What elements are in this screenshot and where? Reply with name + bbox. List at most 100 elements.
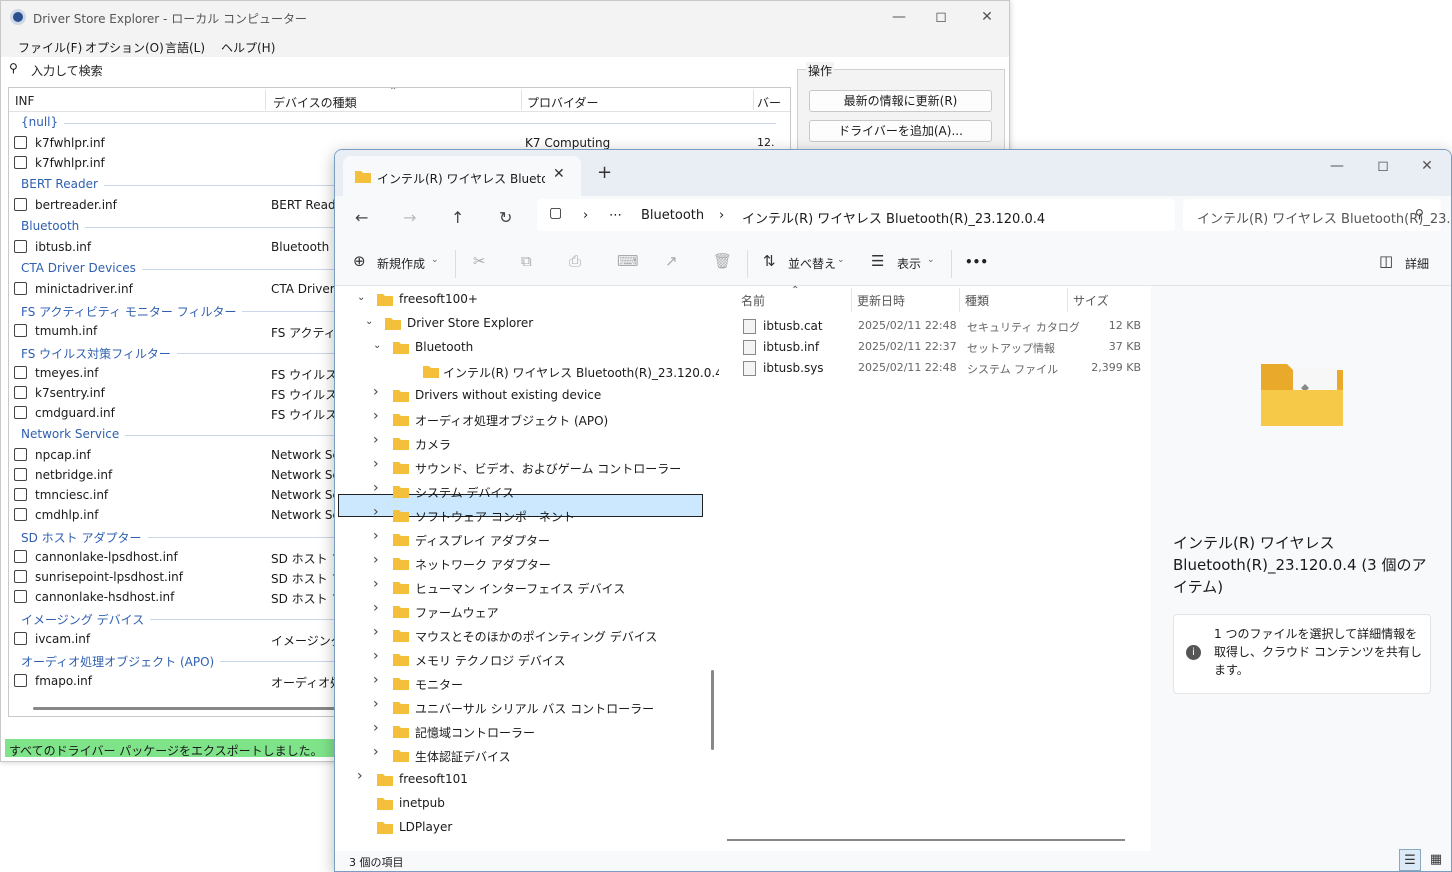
column-size[interactable]: サイズ xyxy=(1073,292,1109,309)
chevron-down-icon[interactable]: ⌄ xyxy=(357,292,365,303)
driver-checkbox[interactable] xyxy=(14,198,27,211)
tab-close-icon[interactable]: ✕ xyxy=(553,166,565,182)
delete-icon[interactable]: 🗑 xyxy=(713,252,732,270)
tree-item[interactable]: › マウスとそのほかのポインティング デバイス xyxy=(373,623,719,647)
tree-item[interactable]: › Drivers without existing device xyxy=(373,383,719,407)
chevron-right-icon[interactable]: › xyxy=(373,480,379,496)
chevron-right-icon[interactable]: › xyxy=(373,384,379,400)
tree-item[interactable]: › ネットワーク アダプター xyxy=(373,551,719,575)
column-separator[interactable] xyxy=(753,90,754,110)
tree-item[interactable]: ⌄ Driver Store Explorer xyxy=(365,311,719,335)
tree-item[interactable]: › オーディオ処理オブジェクト (APO) xyxy=(373,407,719,431)
new-button[interactable]: 新規作成 xyxy=(377,255,425,272)
breadcrumb-chevron-icon[interactable]: › xyxy=(719,208,724,223)
chevron-right-icon[interactable]: › xyxy=(373,672,379,688)
driver-checkbox[interactable] xyxy=(14,570,27,583)
group-header[interactable]: FS アクティビティ モニター フィルター xyxy=(21,303,236,320)
tree-item[interactable]: ⌄ freesoft100+ xyxy=(357,287,717,311)
chevron-right-icon[interactable]: › xyxy=(373,576,379,592)
copy-icon[interactable]: ⧉ xyxy=(521,252,532,270)
explorer-search-input[interactable]: インテル(R) ワイヤレス Bluetooth(R)_23.120.0.4 ⚲ xyxy=(1183,199,1451,231)
tree-item[interactable]: › ソフトウェア コンポーネント xyxy=(373,503,719,527)
driver-checkbox[interactable] xyxy=(14,674,27,687)
chevron-right-icon[interactable]: › xyxy=(373,720,379,736)
group-header[interactable]: Network Service xyxy=(21,427,119,441)
menu-file[interactable]: ファイル(F) xyxy=(18,39,82,56)
tree-item[interactable]: › サウンド、ビデオ、およびゲーム コントローラー xyxy=(373,455,719,479)
column-version[interactable]: バー xyxy=(757,94,781,111)
horizontal-scrollbar[interactable] xyxy=(727,839,1125,841)
driver-checkbox[interactable] xyxy=(14,324,27,337)
driver-checkbox[interactable] xyxy=(14,468,27,481)
column-separator[interactable] xyxy=(959,288,960,312)
driver-checkbox[interactable] xyxy=(14,448,27,461)
chevron-right-icon[interactable]: › xyxy=(373,432,379,448)
breadcrumb-chevron-icon[interactable]: › xyxy=(583,208,588,223)
dse-search-input[interactable]: ⚲ 入力して検索 xyxy=(5,59,791,79)
breadcrumb-item-current[interactable]: インテル(R) ワイヤレス Bluetooth(R)_23.120.0.4 xyxy=(742,208,1045,227)
column-inf[interactable]: INF xyxy=(15,94,34,108)
close-icon[interactable]: ✕ xyxy=(1417,156,1437,176)
tree-item[interactable]: › システム デバイス xyxy=(373,479,719,503)
minimize-icon[interactable]: — xyxy=(1327,156,1347,176)
breadcrumb-overflow-icon[interactable]: ⋯ xyxy=(609,208,622,223)
chevron-down-icon[interactable]: ⌄ xyxy=(365,316,373,327)
driver-checkbox[interactable] xyxy=(14,632,27,645)
tree-item[interactable]: ⌄ Bluetooth xyxy=(373,335,719,359)
tiles-view-icon[interactable]: ▦ xyxy=(1425,849,1447,871)
column-separator[interactable] xyxy=(1067,288,1068,312)
column-device-type[interactable]: デバイスの種類 xyxy=(273,94,357,111)
group-header[interactable]: CTA Driver Devices xyxy=(21,261,136,275)
chevron-right-icon[interactable]: › xyxy=(373,456,379,472)
driver-checkbox[interactable] xyxy=(14,282,27,295)
column-modified[interactable]: 更新日時 xyxy=(857,292,905,309)
chevron-right-icon[interactable]: › xyxy=(373,528,379,544)
menu-options[interactable]: オプション(O) xyxy=(85,39,164,56)
tree-item[interactable]: › ディスプレイ アダプター xyxy=(373,527,719,551)
back-icon[interactable]: ← xyxy=(355,208,368,227)
close-icon[interactable]: ✕ xyxy=(977,7,997,27)
tree-item[interactable]: › freesoft101 xyxy=(357,767,717,791)
tree-item[interactable]: › 記憶域コントローラー xyxy=(373,719,719,743)
file-list[interactable]: 名前 ⌃ 更新日時 種類 サイズ ibtusb.cat 2025/02/11 22… xyxy=(723,285,1149,851)
file-row[interactable]: ibtusb.inf 2025/02/11 22:37 セットアップ情報 37 KB xyxy=(723,337,1149,358)
chevron-right-icon[interactable]: › xyxy=(373,504,379,520)
up-icon[interactable]: ↑ xyxy=(451,208,464,227)
tree-item[interactable]: inetpub xyxy=(357,791,717,815)
tree-item[interactable]: インテル(R) ワイヤレス Bluetooth(R)_23.120.0.4 xyxy=(381,359,719,383)
file-row[interactable]: ibtusb.cat 2025/02/11 22:48 セキュリティ カタログ 12 … xyxy=(723,316,1149,337)
group-header[interactable]: SD ホスト アダプター xyxy=(21,529,142,546)
tree-item[interactable]: › カメラ xyxy=(373,431,719,455)
forward-icon[interactable]: → xyxy=(403,208,416,227)
tree-item[interactable]: › ファームウェア xyxy=(373,599,719,623)
column-separator[interactable] xyxy=(521,90,522,110)
menu-help[interactable]: ヘルプ(H) xyxy=(221,39,275,56)
column-provider[interactable]: プロバイダー xyxy=(527,94,599,111)
column-separator[interactable] xyxy=(851,288,852,312)
add-driver-button[interactable]: ドライバーを追加(A)... xyxy=(809,120,992,142)
chevron-right-icon[interactable]: › xyxy=(373,600,379,616)
group-header[interactable]: イメージング デバイス xyxy=(21,611,144,628)
chevron-right-icon[interactable]: › xyxy=(373,648,379,664)
breadcrumb[interactable]: ▢ › ⋯ Bluetooth › インテル(R) ワイヤレス Bluetoot… xyxy=(537,199,1175,231)
tree-item[interactable]: › ヒューマン インターフェイス デバイス xyxy=(373,575,719,599)
group-header[interactable]: {null} xyxy=(21,115,58,129)
driver-checkbox[interactable] xyxy=(14,156,27,169)
driver-checkbox[interactable] xyxy=(14,240,27,253)
driver-checkbox[interactable] xyxy=(14,136,27,149)
chevron-right-icon[interactable]: › xyxy=(373,552,379,568)
chevron-down-icon[interactable]: ⌄ xyxy=(373,340,381,351)
more-options-button[interactable]: ••• xyxy=(965,255,988,269)
tree-item[interactable]: › モニター xyxy=(373,671,719,695)
driver-checkbox[interactable] xyxy=(14,590,27,603)
breadcrumb-item-bluetooth[interactable]: Bluetooth xyxy=(641,208,704,223)
details-view-icon[interactable]: ☰ xyxy=(1399,849,1421,871)
dse-title-bar[interactable]: Driver Store Explorer - ローカル コンピューター — ◻… xyxy=(1,1,1009,33)
navigation-pane[interactable]: ⌄ freesoft100+ ⌄ Driver Store Explorer ⌄ Blue… xyxy=(335,286,719,851)
column-type[interactable]: 種類 xyxy=(965,292,989,309)
driver-checkbox[interactable] xyxy=(14,508,27,521)
refresh-button[interactable]: 最新の情報に更新(R) xyxy=(809,90,992,112)
group-header[interactable]: BERT Reader xyxy=(21,177,98,191)
sort-button[interactable]: 並べ替え xyxy=(788,255,836,272)
minimize-icon[interactable]: — xyxy=(889,7,909,27)
